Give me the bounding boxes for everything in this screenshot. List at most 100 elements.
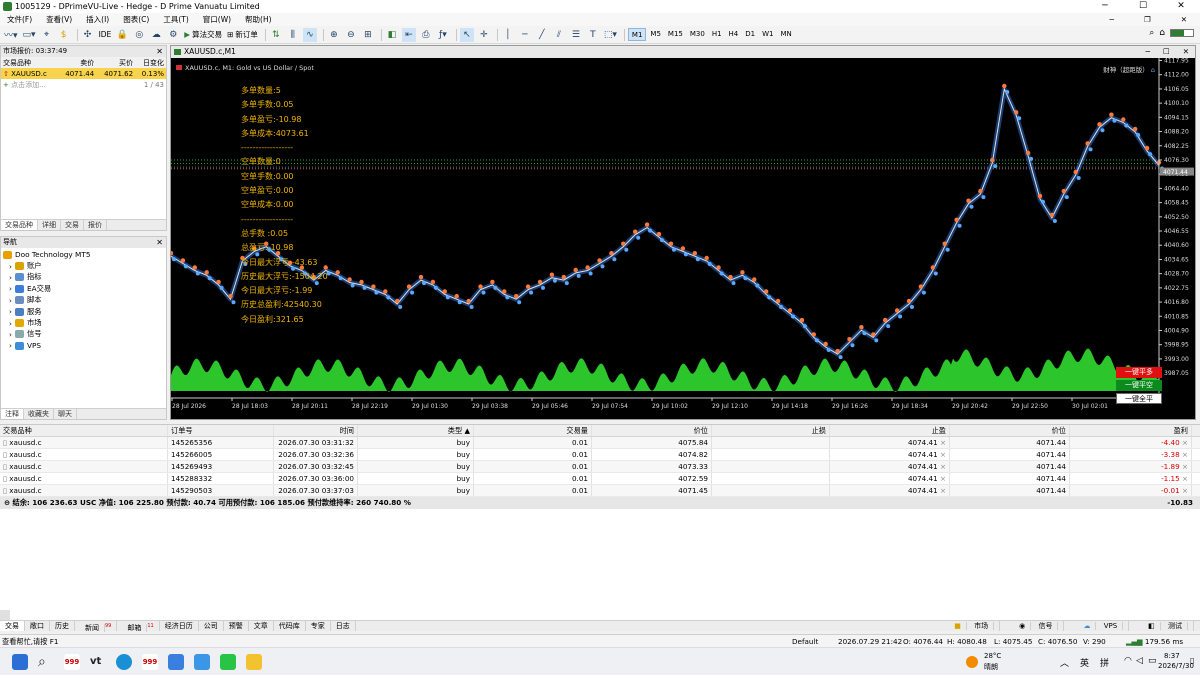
mdi-minimize-icon[interactable]: ─	[1102, 13, 1121, 26]
close-navigator-icon[interactable]: ✕	[156, 237, 163, 248]
app-vt-icon[interactable]: vt	[90, 654, 106, 670]
trend-line-icon[interactable]: ╱	[535, 28, 549, 42]
add-symbol-row[interactable]: + 点击添加... 1 / 43	[1, 79, 166, 90]
col-ask[interactable]: 买价	[96, 57, 135, 68]
nav-services[interactable]: › 服务	[3, 306, 164, 317]
tf-h4[interactable]: H4	[726, 28, 742, 41]
close-buy-button[interactable]: 一键平多	[1116, 367, 1162, 378]
market-link[interactable]: ■ 市场	[944, 621, 1001, 631]
grid-icon[interactable]: ⊞	[361, 28, 375, 42]
mdi-restore-icon[interactable]: ❐	[1137, 13, 1158, 26]
tab-chat[interactable]: 聊天	[54, 409, 77, 419]
nav-experts[interactable]: › EA交易	[3, 283, 164, 294]
edge-browser-icon[interactable]	[116, 654, 132, 670]
strategy-tester-icon[interactable]: ⌖	[40, 28, 54, 42]
close-sell-button[interactable]: 一键平空	[1116, 380, 1162, 391]
order-row[interactable]: ▯ xauusd.c 145290503 2026.07.30 03:37:03 bu…	[0, 485, 1200, 497]
tab-history[interactable]: 历史	[50, 621, 75, 631]
wifi-icon[interactable]: ◠	[1124, 656, 1132, 666]
col-current-price[interactable]: 价位	[950, 425, 1070, 436]
col-symbol[interactable]: 交易品种	[0, 425, 168, 436]
bar-chart-icon[interactable]: ⇅	[269, 28, 283, 42]
line-chart-icon[interactable]: ∿	[302, 27, 317, 42]
remove-tp-icon[interactable]: ×	[938, 474, 946, 483]
tf-m15[interactable]: M15	[665, 28, 686, 41]
fibonacci-icon[interactable]: ☰	[569, 28, 583, 42]
tab-details[interactable]: 详细	[38, 220, 61, 230]
windows-start-icon[interactable]	[12, 654, 28, 670]
col-time[interactable]: 时间	[274, 425, 358, 436]
shapes-icon[interactable]: ⬚▾	[603, 28, 618, 42]
ide-button[interactable]: IDE	[98, 28, 113, 42]
menu-view[interactable]: 查看(V)	[39, 14, 79, 25]
tab-journal[interactable]: 日志	[331, 621, 356, 631]
tf-w1[interactable]: W1	[759, 28, 776, 41]
chart-minimize-icon[interactable]: ─	[1145, 46, 1150, 58]
signals-icon[interactable]: ◎	[132, 28, 146, 42]
tab-mailbox[interactable]: 邮箱 11	[117, 621, 160, 633]
clock-date[interactable]: 2026/7/30	[1158, 662, 1194, 670]
col-type[interactable]: 类型 ▲	[358, 425, 474, 436]
order-row[interactable]: ▯ xauusd.c 145288332 2026.07.30 03:36:00 bu…	[0, 473, 1200, 485]
tab-trading[interactable]: 交易	[61, 220, 84, 230]
menu-insert[interactable]: 插入(I)	[79, 14, 116, 25]
tf-m30[interactable]: M30	[687, 28, 708, 41]
notification-icon[interactable]: ▯	[1190, 656, 1194, 665]
col-change[interactable]: 日变化	[135, 57, 166, 68]
col-volume[interactable]: 交易量	[474, 425, 592, 436]
zoom-out-icon[interactable]: ⊖	[344, 28, 358, 42]
tray-ime[interactable]: 拼	[1100, 656, 1109, 669]
vps-link[interactable]: ☁ VPS	[1073, 621, 1130, 631]
col-sl[interactable]: 止损	[712, 425, 830, 436]
text-icon[interactable]: T	[586, 28, 600, 42]
screenshot-icon[interactable]: ⎙	[419, 28, 433, 42]
tab-news[interactable]: 新闻 99	[75, 621, 118, 633]
tf-h1[interactable]: H1	[709, 28, 725, 41]
close-order-icon[interactable]: ×	[1180, 474, 1188, 483]
cloud-icon[interactable]: ☁	[149, 28, 163, 42]
market-watch-row[interactable]: ⇧ XAUUSD.c 4071.44 4071.62 0.13%	[1, 68, 166, 79]
tab-calendar[interactable]: 经济日历	[160, 621, 199, 631]
menu-window[interactable]: 窗口(W)	[196, 14, 238, 25]
crosshair-icon[interactable]: ✛	[477, 28, 491, 42]
nav-scripts[interactable]: › 脚本	[3, 295, 164, 306]
mdi-close-icon[interactable]: ✕	[1174, 13, 1194, 26]
col-bid[interactable]: 卖价	[57, 57, 96, 68]
search-icon[interactable]: ⌕	[38, 654, 54, 670]
app-blue-icon[interactable]	[194, 654, 210, 670]
file-explorer-icon[interactable]	[246, 654, 262, 670]
order-row[interactable]: ▯ xauusd.c 145269493 2026.07.30 03:32:45 bu…	[0, 461, 1200, 473]
remove-tp-icon[interactable]: ×	[938, 450, 946, 459]
tray-chevron-icon[interactable]: ︿	[1060, 656, 1069, 669]
wallet-icon[interactable]: $	[57, 28, 71, 42]
app-two-icon[interactable]: 999	[142, 654, 158, 670]
close-order-icon[interactable]: ×	[1180, 462, 1188, 471]
volumes-icon[interactable]: ◧	[385, 28, 399, 42]
battery-icon[interactable]: ▭	[1148, 656, 1157, 666]
close-order-icon[interactable]: ×	[1180, 450, 1188, 459]
close-all-button[interactable]: 一键全平	[1116, 393, 1162, 404]
tab-trade[interactable]: 交易	[0, 621, 25, 631]
menu-charts[interactable]: 图表(C)	[116, 14, 156, 25]
new-order-button[interactable]: ⊞ 新订单	[226, 28, 259, 42]
tab-codebase[interactable]: 代码库	[274, 621, 306, 631]
close-panel-icon[interactable]: ✕	[156, 46, 163, 57]
zoom-in-icon[interactable]: ⊕	[327, 28, 341, 42]
tf-m1[interactable]: M1	[627, 28, 647, 41]
autoscroll-icon[interactable]: ⇤	[401, 27, 416, 42]
settings-icon[interactable]: ✣	[81, 28, 95, 42]
tab-articles[interactable]: 文章	[249, 621, 274, 631]
channel-icon[interactable]: ⫽	[552, 28, 566, 42]
lock-icon[interactable]: 🔒	[115, 28, 129, 42]
col-price[interactable]: 价位	[592, 425, 712, 436]
candle-chart-icon[interactable]: ⫼	[286, 28, 300, 42]
vertical-line-icon[interactable]: │	[501, 28, 515, 42]
order-row[interactable]: ▯ xauusd.c 145265356 2026.07.30 03:31:32 bu…	[0, 437, 1200, 449]
menu-tools[interactable]: 工具(T)	[156, 14, 195, 25]
nav-signals[interactable]: › 信号	[3, 329, 164, 340]
horizontal-line-icon[interactable]: ─	[518, 28, 532, 42]
close-order-icon[interactable]: ×	[1180, 438, 1188, 447]
nav-indicators[interactable]: › 指标	[3, 272, 164, 283]
vps-icon[interactable]: ⚙	[166, 28, 180, 42]
minimize-icon[interactable]: ─	[1086, 0, 1124, 13]
